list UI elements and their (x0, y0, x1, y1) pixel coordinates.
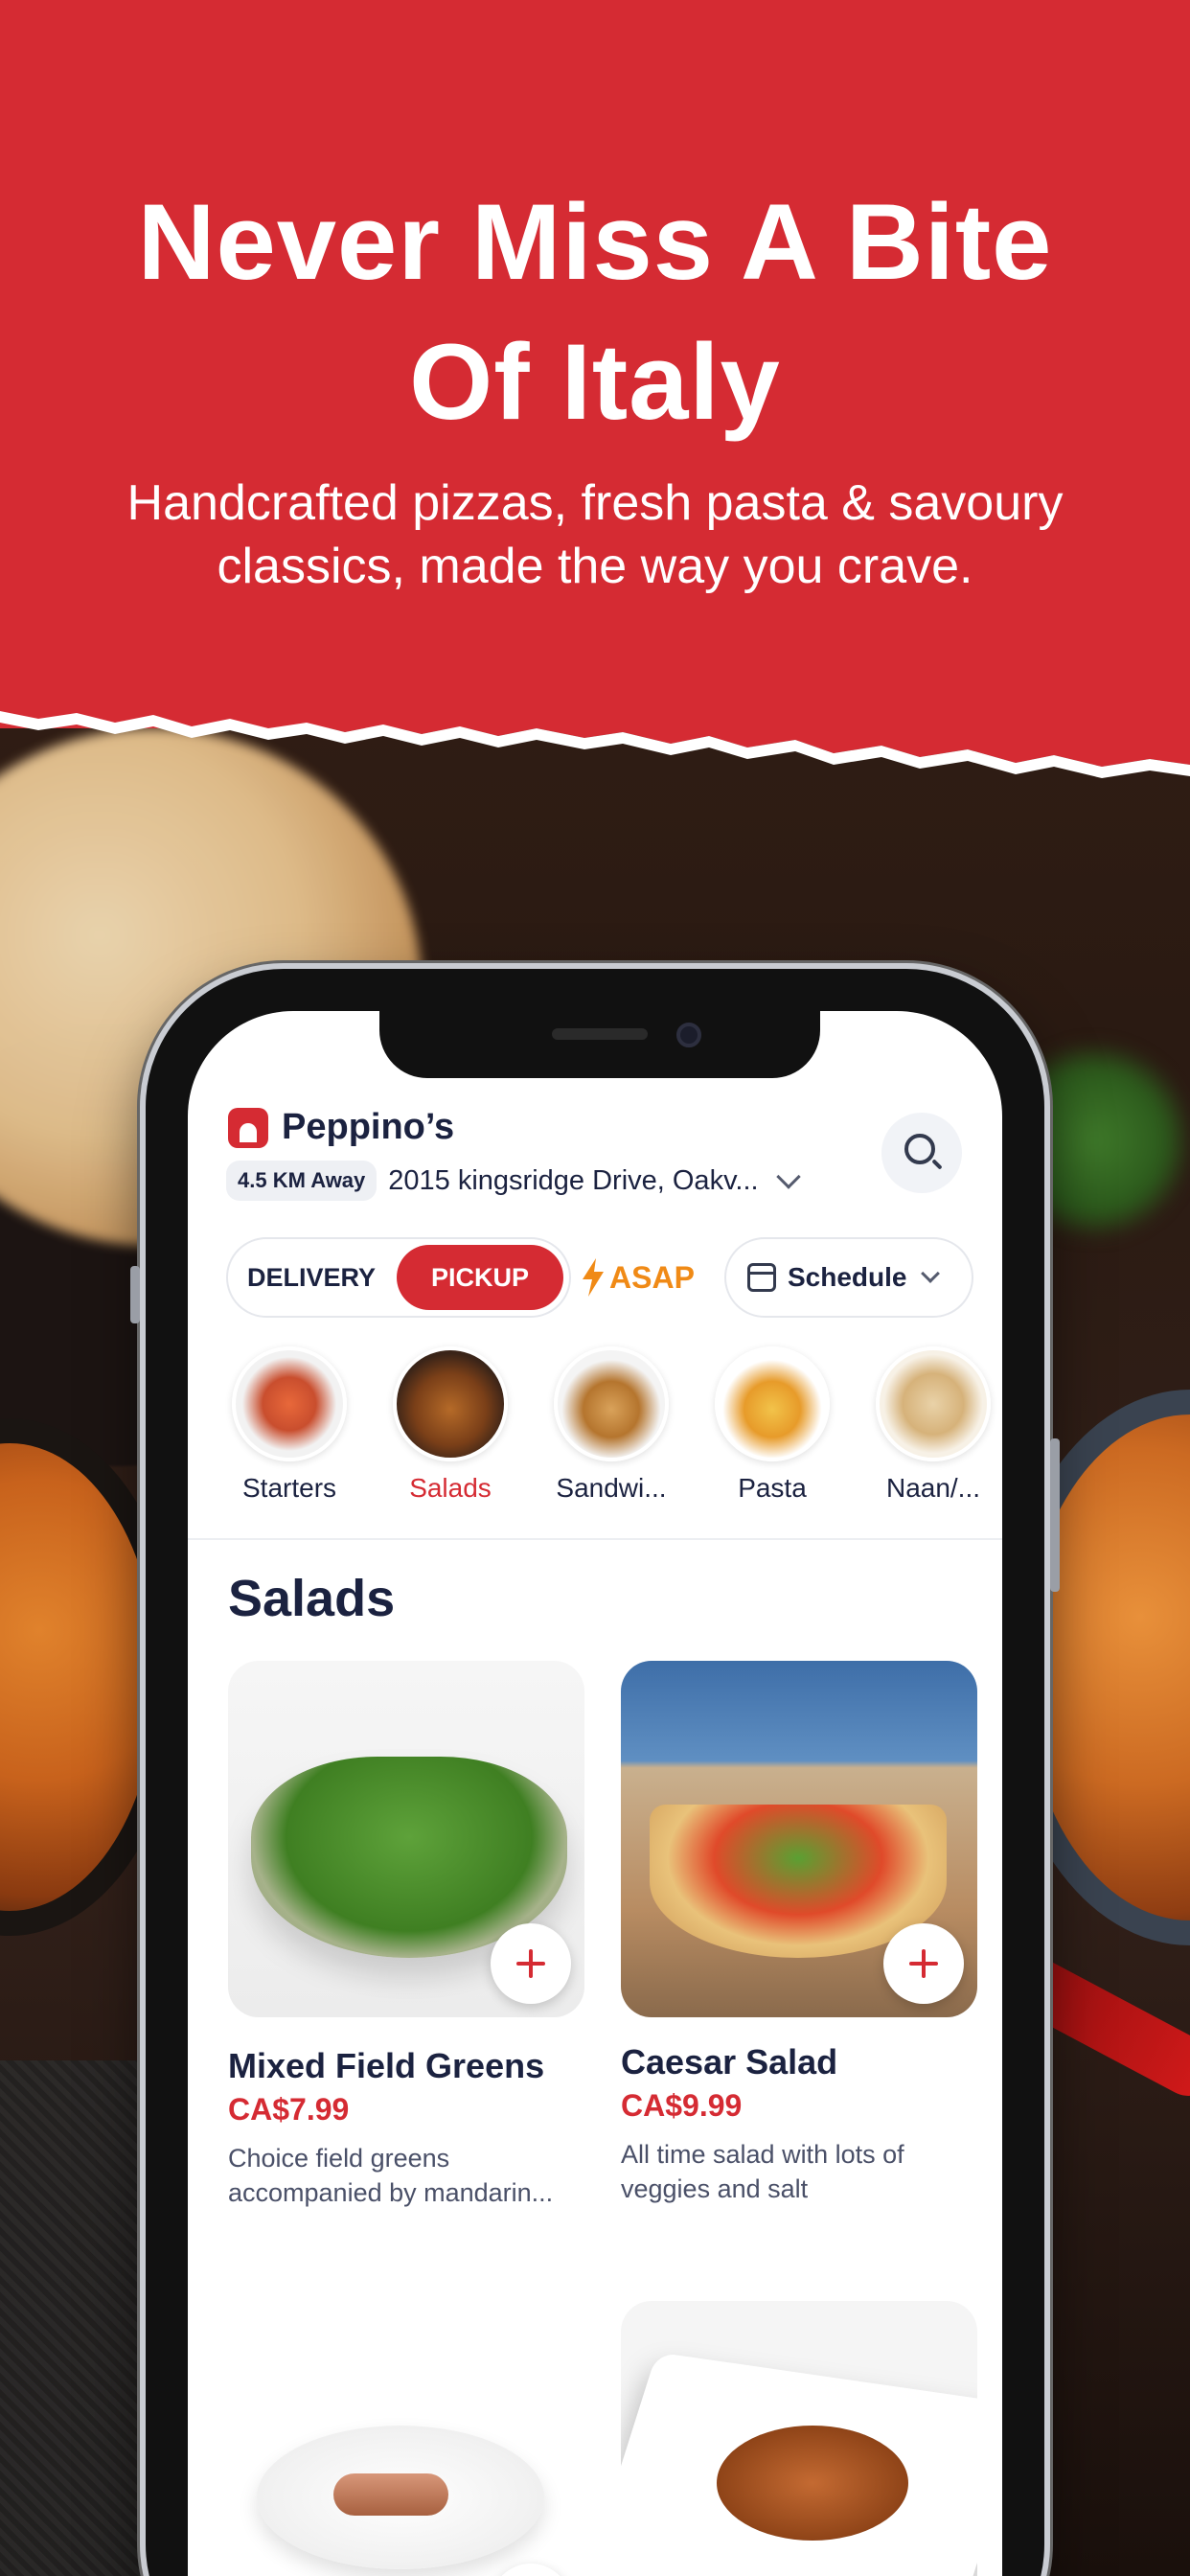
menu-item-image (621, 1661, 977, 2017)
hero-title-line1: Never Miss A Bite (137, 182, 1053, 302)
torn-paper-edge (0, 690, 1190, 778)
menu-item-image (621, 2301, 977, 2576)
app-screen: Peppino’s 4.5 KM Away 2015 kingsridge Dr… (188, 1011, 1002, 2576)
description-line: All time salad with lots of (621, 2140, 904, 2169)
asap-label: ASAP (609, 1259, 695, 1295)
roast-chicken-image (717, 2426, 908, 2541)
schedule-label: Schedule (788, 1262, 907, 1292)
asap-button[interactable]: ASAP (581, 1237, 695, 1318)
category-image (554, 1346, 669, 1461)
hero-title: Never Miss A Bite Of Italy (0, 172, 1190, 452)
menu-item-image (228, 2301, 584, 2576)
add-to-cart-button[interactable] (491, 1923, 571, 2004)
speaker-grille (552, 1028, 648, 1040)
add-to-cart-button[interactable] (491, 2564, 571, 2576)
menu-item-price: CA$7.99 (228, 2092, 350, 2127)
description-line: Choice field greens (228, 2144, 450, 2173)
restaurant-name: Peppino’s (282, 1107, 455, 1147)
pickup-tab[interactable]: PICKUP (397, 1245, 563, 1310)
phone-side-button (130, 1266, 140, 1323)
phone-mockup: Peppino’s 4.5 KM Away 2015 kingsridge Dr… (130, 963, 1060, 2576)
category-label: Salads (409, 1473, 492, 1503)
hero-title-line2: Of Italy (409, 322, 781, 442)
category-carousel: Starters Salads Sandwi... Pasta Naan/... (209, 1346, 1002, 1519)
hero-subtitle-line1: Handcrafted pizzas, fresh pasta & savour… (126, 475, 1064, 531)
hero-banner: Never Miss A Bite Of Italy Handcrafted p… (0, 0, 1190, 728)
search-icon (904, 1134, 935, 1164)
calendar-icon (747, 1263, 776, 1292)
menu-item-description: Choice field greens accompanied by manda… (228, 2141, 584, 2210)
category-label: Pasta (738, 1473, 807, 1503)
menu-item-name: Caesar Salad (621, 2042, 838, 2082)
hero-subtitle-line2: classics, made the way you crave. (217, 539, 973, 594)
delivery-tab[interactable]: DELIVERY (247, 1239, 376, 1316)
category-label: Sandwi... (556, 1473, 667, 1503)
category-pasta[interactable]: Pasta (692, 1346, 853, 1519)
category-image (876, 1346, 991, 1461)
search-icon-handle (931, 1159, 943, 1170)
menu-item-card[interactable] (621, 2301, 977, 2576)
category-label: Starters (241, 1473, 337, 1503)
category-salads[interactable]: Salads (370, 1346, 531, 1519)
search-button[interactable] (881, 1113, 962, 1193)
menu-item-price: CA$9.99 (621, 2088, 743, 2123)
category-sandwiches[interactable]: Sandwi... (531, 1346, 692, 1519)
menu-item-name: Mixed Field Greens (228, 2046, 545, 2085)
menu-item-description: All time salad with lots of veggies and … (621, 2137, 977, 2206)
category-naan[interactable]: Naan/... (853, 1346, 1002, 1519)
order-mode-toggle: DELIVERY PICKUP (226, 1237, 571, 1318)
menu-item-card[interactable] (228, 2301, 584, 2576)
menu-item-card[interactable]: Caesar Salad CA$9.99 All time salad with… (621, 1661, 977, 2206)
phone-power-button (1050, 1438, 1060, 1592)
category-starters[interactable]: Starters (209, 1346, 370, 1519)
distance-badge: 4.5 KM Away (226, 1161, 378, 1201)
address-selector[interactable]: 4.5 KM Away 2015 kingsridge Drive, Oakv.… (226, 1161, 801, 1201)
category-label: Naan/... (885, 1473, 981, 1503)
sausage-image (333, 2473, 448, 2516)
description-line: veggies and salt (621, 2174, 809, 2203)
category-image (715, 1346, 830, 1461)
schedule-button[interactable]: Schedule (724, 1237, 973, 1318)
address-text: 2015 kingsridge Drive, Oakv... (388, 1164, 759, 1196)
add-to-cart-button[interactable] (883, 1923, 964, 2004)
restaurant-header[interactable]: Peppino’s (228, 1107, 454, 1148)
divider (188, 1538, 1002, 1540)
hero-subtitle: Handcrafted pizzas, fresh pasta & savour… (57, 472, 1133, 598)
category-image (232, 1346, 347, 1461)
chevron-down-icon (921, 1264, 941, 1283)
storefront-icon (228, 1107, 268, 1148)
lightning-bolt-icon (583, 1258, 604, 1297)
description-line: accompanied by mandarin... (228, 2178, 554, 2207)
category-image (393, 1346, 508, 1461)
front-camera (676, 1023, 701, 1047)
chevron-down-icon (775, 1164, 801, 1189)
menu-item-card[interactable]: Mixed Field Greens CA$7.99 Choice field … (228, 1661, 584, 2210)
menu-item-image (228, 1661, 584, 2017)
phone-notch (379, 1011, 820, 1078)
section-title: Salads (228, 1570, 396, 1627)
